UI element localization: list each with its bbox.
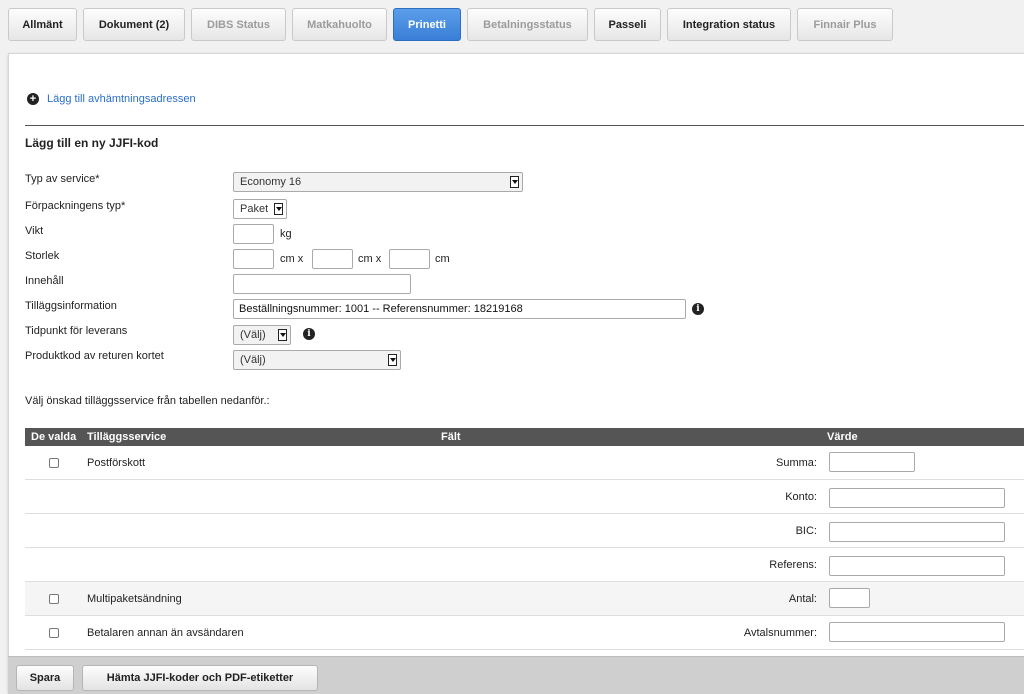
service-type-label: Typ av service* [25,173,100,185]
header-selected: De valda [31,431,77,443]
header-value: Värde [827,431,858,443]
size-unit-2: cm x [358,253,382,265]
size-width-input[interactable] [312,249,353,269]
size-unit-1: cm x [280,253,304,265]
tab-finnair-plus[interactable]: Finnair Plus [797,8,893,41]
tab-allmant[interactable]: Allmänt [8,8,77,41]
summa-input[interactable] [829,452,915,472]
field-label: Antal: [788,593,817,605]
avtalsnummer-input[interactable] [829,622,1005,642]
footer-bar: Spara Hämta JJFI-koder och PDF-etiketter [8,656,1024,694]
tab-dibs-status[interactable]: DIBS Status [191,8,286,41]
service-name: Betalaren annan än avsändaren [87,627,244,639]
services-table-header: De valda Tilläggsservice Fält Värde [25,428,1024,446]
delivery-time-select[interactable]: (Välj) [233,325,291,345]
referens-input[interactable] [829,556,1005,576]
betalaren-checkbox[interactable] [49,628,59,638]
return-product-code-value: (Välj) [240,354,266,366]
info-icon[interactable]: i [303,328,315,340]
tab-dokument[interactable]: Dokument (2) [83,8,185,41]
antal-input[interactable] [829,588,870,608]
section-title: Lägg till en ny JJFI-kod [25,136,159,150]
table-row: Betalaren annan än avsändaren Avtalsnumm… [25,616,1024,650]
table-row: Postförskott Summa: [25,446,1024,480]
package-type-value: Paket [240,203,269,215]
tab-betalningsstatus[interactable]: Betalningsstatus [467,8,588,41]
field-label: Summa: [776,457,817,469]
weight-label: Vikt [25,225,44,237]
additional-info-label: Tilläggsinformation [25,300,117,312]
header-service: Tilläggsservice [87,431,167,443]
multipaket-checkbox[interactable] [49,594,59,604]
service-type-value: Economy 16 [240,176,302,188]
field-label: Referens: [769,559,817,571]
field-label: Avtalsnummer: [743,627,817,639]
content-input[interactable] [233,274,411,294]
tab-prinetti[interactable]: Prinetti [393,8,461,41]
bic-input[interactable] [829,522,1005,542]
postforskott-checkbox[interactable] [49,458,59,468]
return-product-code-label: Produktkod av returen kortet [25,350,164,362]
field-label: BIC: [795,525,817,537]
header-field: Fält [441,431,461,443]
save-button[interactable]: Spara [16,665,74,691]
chevron-down-icon [278,329,287,341]
size-label: Storlek [25,250,60,262]
tab-bar: Allmänt Dokument (2) DIBS Status Matkahu… [0,0,1024,50]
delivery-time-value: (Välj) [240,329,266,341]
field-label: Konto: [785,491,817,503]
content-label: Innehåll [25,275,64,287]
delivery-time-label: Tidpunkt för leverans [25,325,128,337]
content-panel: + Lägg till avhämtningsadressen Lägg til… [8,53,1024,693]
add-pickup-address-label: Lägg till avhämtningsadressen [47,93,196,105]
table-row: Konto: [25,480,1024,514]
add-pickup-address-link[interactable]: + Lägg till avhämtningsadressen [27,93,196,105]
package-type-label: Förpackningens typ* [25,200,126,212]
fetch-labels-button[interactable]: Hämta JJFI-koder och PDF-etiketter [82,665,318,691]
service-hint: Välj önskad tilläggsservice från tabelle… [25,395,270,407]
tab-integration-status[interactable]: Integration status [667,8,791,41]
additional-info-input[interactable]: Beställningsnummer: 1001 -- Referensnumm… [233,299,686,319]
service-type-select[interactable]: Economy 16 [233,172,523,192]
info-icon[interactable]: i [692,303,704,315]
size-unit-3: cm [435,253,450,265]
chevron-down-icon [274,203,283,215]
tab-passeli[interactable]: Passeli [594,8,661,41]
chevron-down-icon [388,354,397,366]
size-length-input[interactable] [233,249,274,269]
return-product-code-select[interactable]: (Välj) [233,350,401,370]
konto-input[interactable] [829,488,1005,508]
service-name: Postförskott [87,457,146,469]
table-row: Multipaketsändning Antal: [25,582,1024,616]
divider [25,125,1024,126]
tab-matkahuolto[interactable]: Matkahuolto [292,8,387,41]
table-row: BIC: [25,514,1024,548]
table-row: Referens: [25,548,1024,582]
size-height-input[interactable] [389,249,430,269]
service-name: Multipaketsändning [87,593,182,605]
package-type-select[interactable]: Paket [233,199,287,219]
chevron-down-icon [510,176,519,188]
weight-unit: kg [280,228,292,240]
plus-circle-icon: + [27,93,39,105]
weight-input[interactable] [233,224,274,244]
